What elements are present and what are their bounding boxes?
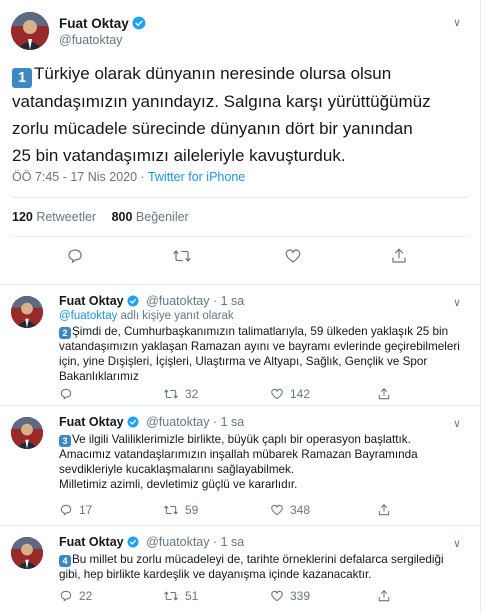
retweet-icon[interactable]: 51 — [163, 589, 198, 603]
main-tweet: Fuat Oktay @fuatoktay ∨ 1 Türkiye olarak … — [0, 0, 480, 285]
keycap-number-icon: 4 — [59, 555, 71, 567]
chevron-down-icon[interactable]: ∨ — [453, 537, 461, 550]
verified-badge-icon — [127, 295, 139, 310]
keycap-number-icon: 2 — [59, 327, 71, 339]
verified-badge-icon — [132, 16, 146, 33]
author-name[interactable]: Fuat Oktay — [59, 535, 124, 549]
reply-icon[interactable] — [59, 387, 79, 401]
avatar[interactable] — [11, 296, 43, 328]
reply-icon[interactable] — [66, 247, 84, 265]
likes-stat[interactable]: 800 Beğeniler — [112, 210, 189, 224]
avatar[interactable] — [11, 537, 43, 569]
tweet-text: 2 Şimdi de, Cumhurbaşkanımızın talimatlar… — [59, 325, 460, 383]
tweet-time[interactable]: · 1 sa — [210, 294, 244, 308]
share-icon[interactable] — [377, 589, 391, 603]
author-name[interactable]: Fuat Oktay — [59, 16, 146, 33]
avatar[interactable] — [11, 12, 49, 50]
author-handle[interactable]: @fuatoktay — [59, 33, 122, 47]
reply-tweet[interactable]: Fuat Oktay @fuatoktay · 1 sa ∨ 3 Ve ilgil… — [0, 405, 480, 526]
verified-badge-icon — [127, 416, 139, 431]
keycap-number-icon: 3 — [59, 435, 71, 447]
source-link[interactable]: Twitter for iPhone — [148, 170, 245, 184]
divider — [12, 197, 468, 198]
tweet-stats: 120 Retweetler 800 Beğeniler — [12, 210, 189, 224]
author-name[interactable]: Fuat Oktay — [59, 415, 124, 429]
chevron-down-icon[interactable]: ∨ — [453, 296, 461, 309]
like-icon[interactable]: 339 — [270, 589, 310, 603]
share-icon[interactable] — [390, 247, 408, 265]
share-icon[interactable] — [377, 503, 391, 517]
reply-header: Fuat Oktay @fuatoktay · 1 sa — [59, 415, 244, 431]
reply-icon[interactable]: 17 — [59, 503, 92, 517]
chevron-down-icon[interactable]: ∨ — [453, 417, 461, 430]
keycap-number-icon: 1 — [12, 68, 32, 88]
author-handle[interactable]: @fuatoktay — [146, 294, 209, 308]
tweet-actions: 17 59 348 — [59, 503, 459, 519]
author-handle[interactable]: @fuatoktay — [146, 415, 209, 429]
share-icon[interactable] — [377, 387, 391, 401]
chevron-down-icon[interactable]: ∨ — [453, 16, 461, 29]
author-name[interactable]: Fuat Oktay — [59, 294, 124, 308]
tweet-thread: Fuat Oktay @fuatoktay ∨ 1 Türkiye olarak … — [0, 0, 481, 614]
tweet-actions: 32 142 — [59, 387, 459, 403]
reply-tweet[interactable]: Fuat Oktay @fuatoktay · 1 sa ∨ 4 Bu mille… — [0, 525, 480, 614]
tweet-actions — [0, 247, 480, 269]
like-icon[interactable]: 142 — [270, 387, 310, 401]
like-icon[interactable]: 348 — [270, 503, 310, 517]
divider — [12, 236, 468, 237]
avatar[interactable] — [11, 417, 43, 449]
reply-icon[interactable]: 22 — [59, 589, 92, 603]
reply-tweet[interactable]: Fuat Oktay @fuatoktay · 1 sa ∨ @fuatokta… — [0, 284, 480, 406]
reply-header: Fuat Oktay @fuatoktay · 1 sa — [59, 535, 244, 551]
retweet-icon[interactable] — [172, 247, 192, 265]
verified-badge-icon — [127, 536, 139, 551]
tweet-text: 4 Bu millet bu zorlu mücadeleyi de, tarih… — [59, 553, 444, 581]
tweet-actions: 22 51 339 — [59, 589, 459, 605]
tweet-text: 1 Türkiye olarak dünyanın neresinde olurs… — [12, 64, 431, 165]
like-icon[interactable] — [284, 247, 302, 265]
tweet-time[interactable]: · 1 sa — [210, 415, 244, 429]
retweet-icon[interactable]: 32 — [163, 387, 198, 401]
tweet-text: 3 Ve ilgili Valiliklerimizle birlikte, bü… — [59, 433, 418, 491]
retweet-icon[interactable]: 59 — [163, 503, 198, 517]
tweet-time[interactable]: · 1 sa — [210, 535, 244, 549]
retweets-stat[interactable]: 120 Retweetler — [12, 210, 96, 224]
author-handle[interactable]: @fuatoktay — [146, 535, 209, 549]
replying-to: @fuatoktay adlı kişiye yanıt olarak — [59, 310, 234, 322]
reply-header: Fuat Oktay @fuatoktay · 1 sa — [59, 294, 244, 310]
tweet-timestamp: ÖÖ 7:45 - 17 Nis 2020 · Twitter for iPho… — [12, 170, 246, 184]
